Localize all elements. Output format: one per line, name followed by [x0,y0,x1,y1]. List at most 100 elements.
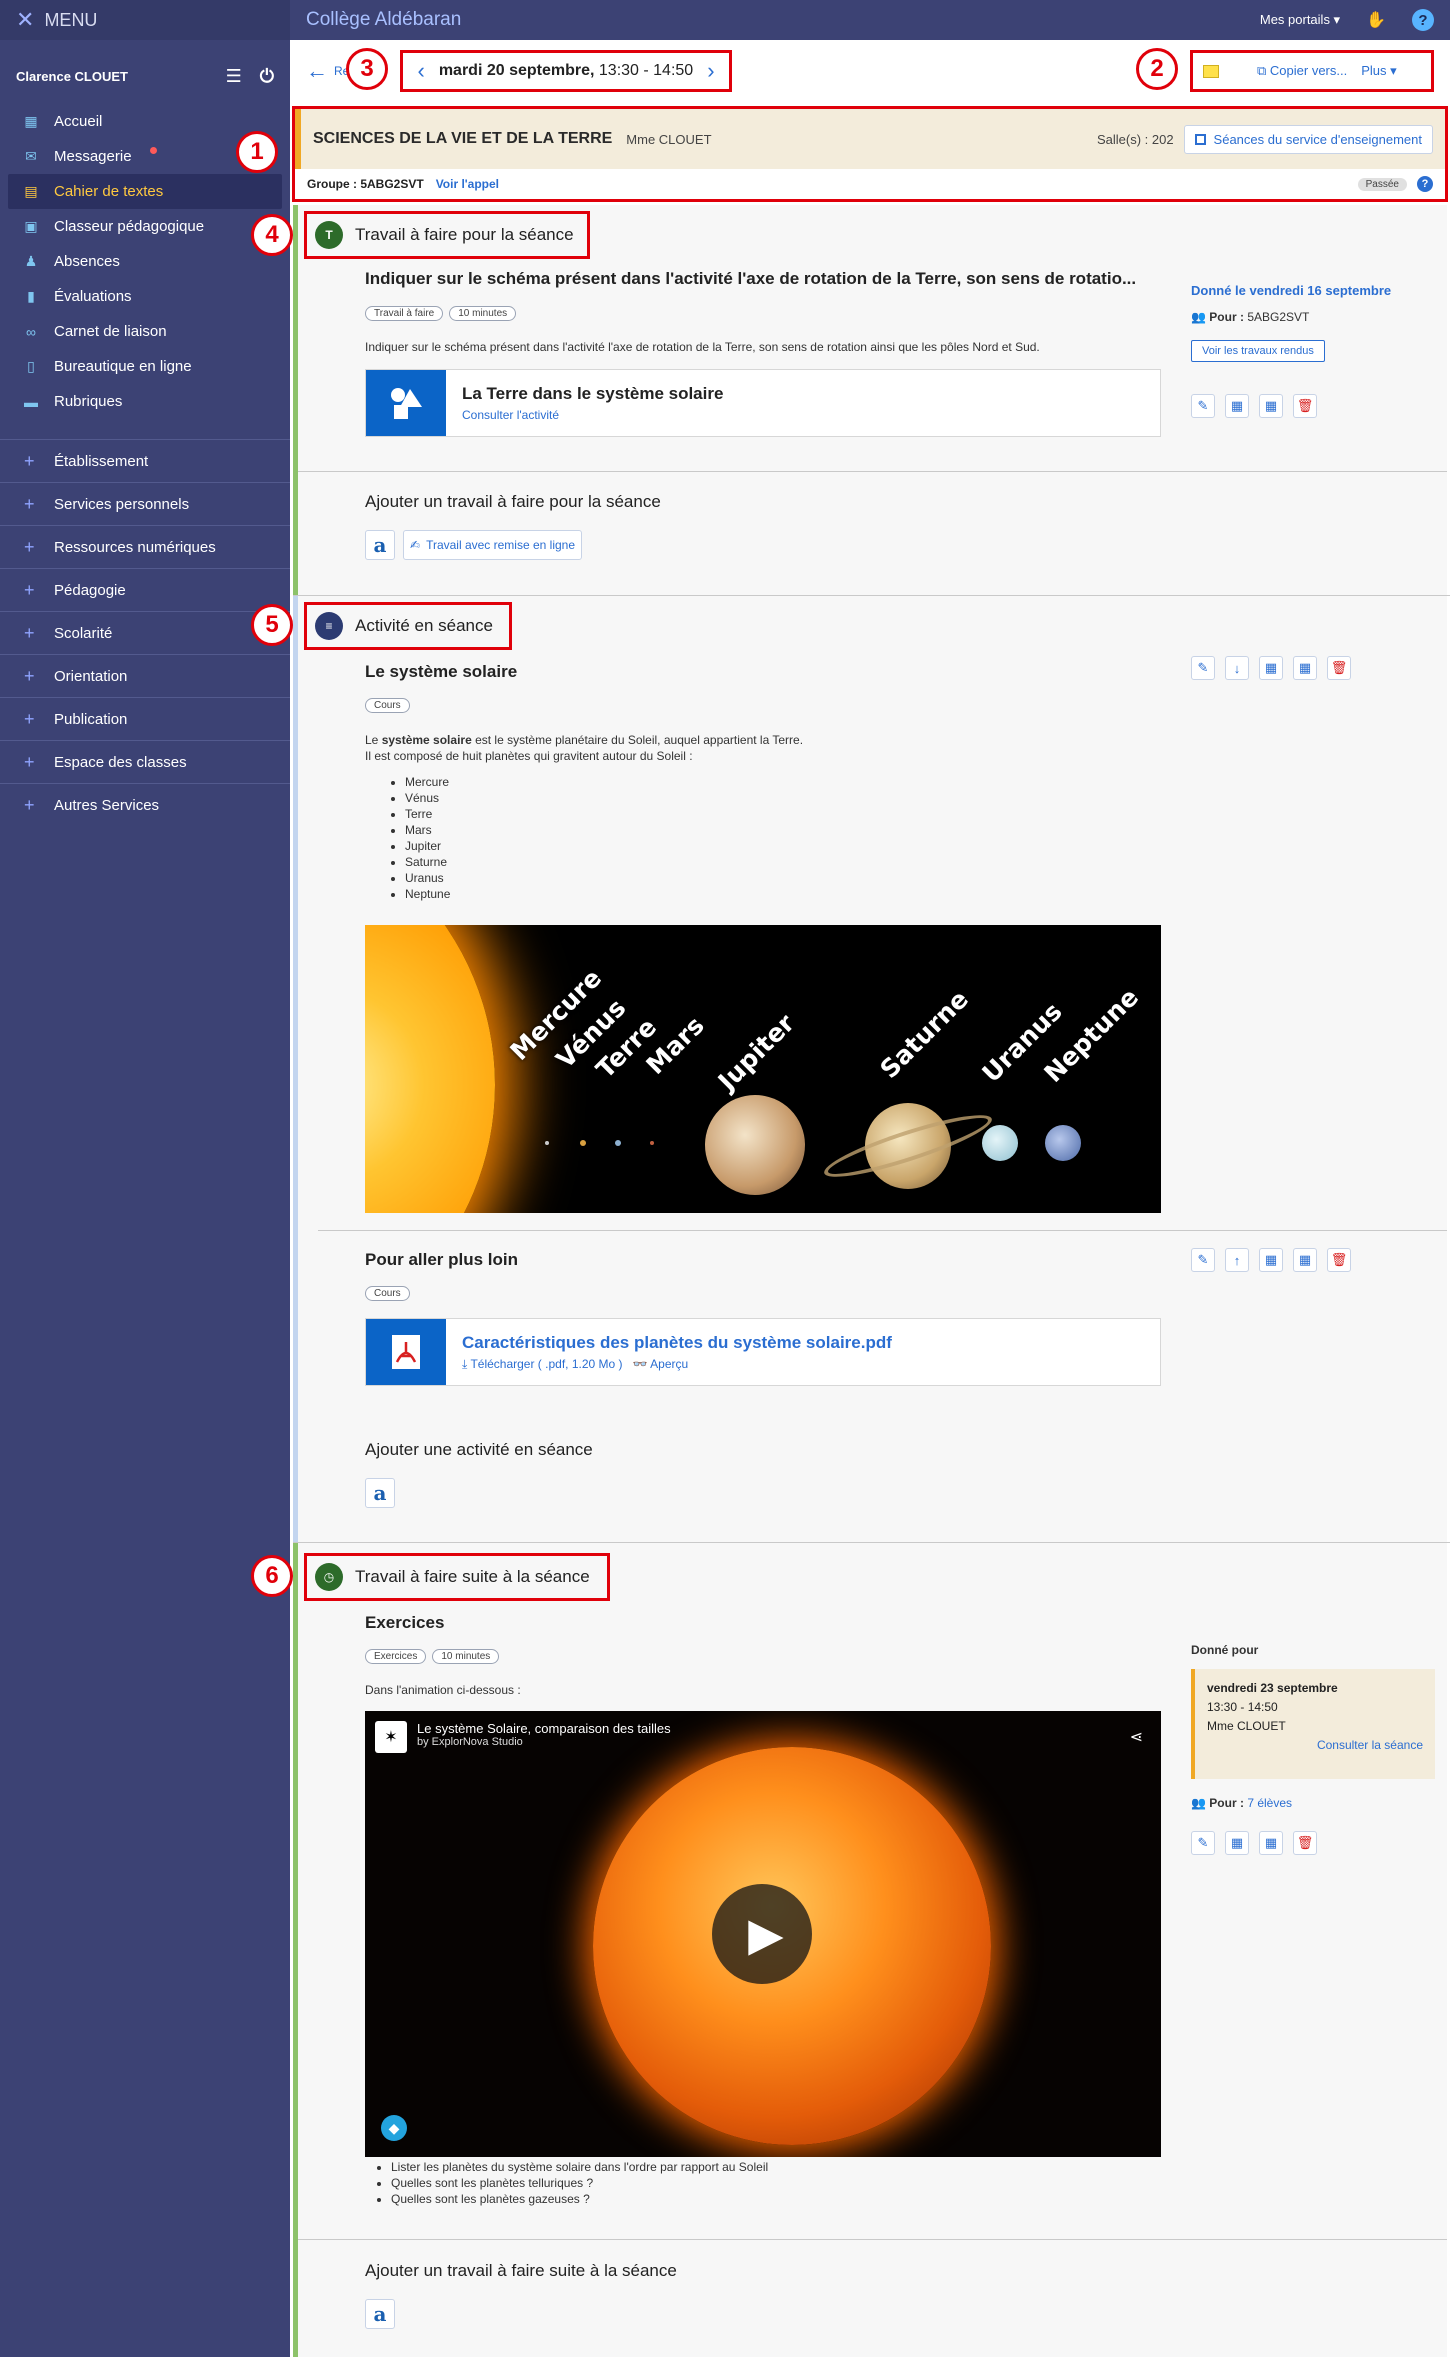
sidebar-section-6[interactable]: + Publication [0,697,290,740]
share-icon[interactable]: ⋖ [1130,1727,1143,1747]
calendar-icon[interactable]: ▦ [1259,656,1283,680]
calendar-icon[interactable]: ▦ [1225,1831,1249,1855]
add-text-button[interactable]: a [365,2299,395,2329]
add-homework-block: Ajouter un travail à faire pour la séanc… [365,492,661,560]
calendar-move-icon[interactable]: ▦ [1293,656,1317,680]
sidebar-item-label: Rubriques [54,393,123,410]
help-icon[interactable]: ? [1417,176,1433,192]
copy-to-button[interactable]: ⧉ Copier vers... [1257,63,1347,79]
pdf-resource[interactable]: Caractéristiques des planètes du système… [365,1318,1161,1386]
homework-after-title-text: Travail à faire suite à la séance [355,1567,590,1586]
text-line-2: Il est composé de huit planètes qui grav… [365,749,693,763]
note-icon[interactable] [1203,64,1219,78]
roll-call-link[interactable]: Voir l'appel [436,177,499,191]
previous-session-button[interactable]: ‹ [417,58,424,84]
plus-icon: + [24,536,35,557]
sidebar-section-3[interactable]: + Pédagogie [0,568,290,611]
trash-icon[interactable]: 🗑 [1327,1248,1351,1272]
trash-icon[interactable]: 🗑 [1293,1831,1317,1855]
video-player[interactable]: ✶ Le système Solaire, comparaison des ta… [365,1711,1161,2157]
planet-list-item: Mercure [405,774,1125,790]
back-button[interactable]: ← Re [306,58,349,84]
move-down-icon[interactable]: ↓ [1225,656,1249,680]
sessions-service-label: Séances du service d'enseignement [1213,131,1422,147]
sidebar-section-1[interactable]: + Services personnels [0,482,290,525]
due-date: vendredi 23 septembre [1207,1681,1338,1695]
calendar-icon[interactable]: ▦ [1259,1248,1283,1272]
plus-icon: + [24,751,35,772]
add-text-button[interactable]: a [365,530,395,560]
calendar-move-icon[interactable]: ▦ [1293,1248,1317,1272]
view-submissions-button[interactable]: Voir les travaux rendus [1191,340,1325,362]
more-button[interactable]: Plus ▾ [1361,63,1396,79]
add-text-button[interactable]: a [365,1478,395,1508]
trash-icon[interactable]: 🗑 [1293,394,1317,418]
group-icon: 👥 [1191,310,1206,324]
sidebar-item-label: Classeur pédagogique [54,218,205,235]
sidebar-section-2[interactable]: + Ressources numériques [0,525,290,568]
menu-toggle[interactable]: ✕ MENU [0,0,290,40]
video-title[interactable]: Le système Solaire, comparaison des tail… [417,1721,671,1736]
homework-before-title-text: Travail à faire pour la séance [355,225,574,244]
sidebar-item-label: Messagerie [54,148,132,165]
pdf-title[interactable]: Caractéristiques des planètes du système… [462,1333,892,1353]
add-online-work-button[interactable]: ✍ Travail avec remise en ligne [403,530,583,560]
sidebar-section-8[interactable]: + Autres Services [0,783,290,826]
edit-icon[interactable]: ✎ [1191,394,1215,418]
plus-icon: + [24,665,35,686]
due-teacher: Mme CLOUET [1207,1719,1286,1733]
sidebar-item-6[interactable]: ∞ Carnet de liaison [0,314,290,349]
edit-icon[interactable]: ✎ [1191,656,1215,680]
shapes-icon [366,370,446,436]
calendar-icon[interactable]: ▦ [1225,394,1249,418]
sidebar-item-2[interactable]: ▤ Cahier de textes [8,174,282,209]
sidebar-item-3[interactable]: ▣ Classeur pédagogique [0,209,290,244]
sidebar-section-0[interactable]: + Établissement [0,439,290,482]
cube-logo-icon[interactable]: ◆ [381,2115,407,2141]
sessions-service-button[interactable]: Séances du service d'enseignement [1183,124,1433,154]
course-pill: Cours [365,698,410,713]
move-up-icon[interactable]: ↑ [1225,1248,1249,1272]
preview-link[interactable]: Aperçu [650,1357,688,1371]
calendar-move-icon[interactable]: ▦ [1259,394,1283,418]
students-link[interactable]: 7 élèves [1247,1796,1292,1810]
book-icon [1194,133,1206,145]
sidebar-item-5[interactable]: ▮ Évaluations [0,279,290,314]
close-icon[interactable]: ✕ [16,7,34,33]
homework-before-section: T Travail à faire pour la séance Indique… [293,205,1447,595]
settings-sliders-icon[interactable]: ☰ [226,66,242,87]
play-icon[interactable]: ▶ [712,1884,812,1984]
jupiter-label: Jupiter [712,1008,801,1096]
given-date: Donné le vendredi 16 septembre [1191,283,1392,298]
portals-dropdown[interactable]: Mes portails ▾ [1260,12,1340,28]
sidebar-section-7[interactable]: + Espace des classes [0,740,290,783]
activity-resource[interactable]: La Terre dans le système solaire Consult… [365,369,1161,437]
session-date: mardi 20 septembre, 13:30 - 14:50 [439,62,693,80]
next-session-button[interactable]: › [707,58,714,84]
sidebar-section-5[interactable]: + Orientation [0,654,290,697]
sidebar-section-label: Publication [54,710,128,728]
portals-label: Mes portails [1259,12,1330,27]
hand-icon[interactable]: ✋ [1366,10,1386,30]
school-name[interactable]: Collège Aldébaran [306,9,461,31]
edit-icon[interactable]: ✎ [1191,1248,1215,1272]
calendar-move-icon[interactable]: ▦ [1259,1831,1283,1855]
recipients: 👥 Pour : 5ABG2SVT [1191,310,1431,324]
power-icon[interactable]: ⏻ [260,66,274,87]
consult-activity-link[interactable]: Consulter l'activité [462,408,723,422]
sidebar-item-4[interactable]: ♟ Absences [0,244,290,279]
channel-logo-icon[interactable]: ✶ [375,1721,407,1753]
help-icon[interactable]: ? [1412,9,1434,31]
trash-icon[interactable]: 🗑 [1327,656,1351,680]
sidebar-item-8[interactable]: ▬ Rubriques [0,384,290,419]
edit-icon[interactable]: ✎ [1191,1831,1215,1855]
sidebar-section-4[interactable]: + Scolarité [0,611,290,654]
sidebar-item-label: Absences [54,253,120,270]
activity-section: ≡ Activité en séance Le système solaire … [293,596,1447,1542]
plus-icon: + [24,708,35,729]
chat-icon: ▬ [24,393,38,410]
callout-3: 3 [346,48,388,90]
consult-session-link[interactable]: Consulter la séance [1207,1736,1423,1755]
download-link[interactable]: Télécharger ( .pdf, 1.20 Mo ) [470,1357,622,1371]
sidebar-item-7[interactable]: ▯ Bureautique en ligne [0,349,290,384]
